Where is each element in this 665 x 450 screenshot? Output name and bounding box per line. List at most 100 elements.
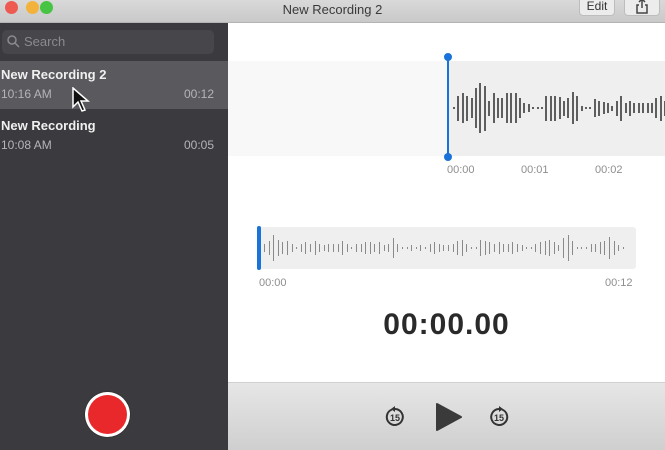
waveform-bar xyxy=(392,238,394,258)
waveform-bar xyxy=(388,243,390,253)
waveform-bar xyxy=(563,238,564,258)
waveform-bar xyxy=(558,245,560,251)
waveform-bar xyxy=(501,98,504,118)
overview-start-time: 00:00 xyxy=(259,277,287,289)
waveform-bar xyxy=(602,101,605,115)
waveform-bar xyxy=(360,243,362,253)
waveform-bar xyxy=(586,247,587,249)
waveform-bar xyxy=(291,243,293,253)
waveform-bar xyxy=(492,93,495,123)
waveform-bar xyxy=(429,243,431,253)
waveform-bar xyxy=(637,103,640,113)
waveform-bar xyxy=(287,241,288,255)
edit-button[interactable]: Edit xyxy=(579,0,615,16)
waveform-bar xyxy=(420,245,422,251)
waveform-bar xyxy=(488,100,491,116)
waveform-bar xyxy=(323,245,325,251)
waveform-bar xyxy=(595,243,597,253)
waveform-bar xyxy=(624,103,627,113)
play-icon xyxy=(436,403,462,431)
search-placeholder: Search xyxy=(24,34,66,49)
waveform-bar xyxy=(466,95,469,121)
skip-forward-button[interactable]: 15 xyxy=(488,406,510,433)
waveform-bar xyxy=(535,243,537,253)
skip-back-button[interactable]: 15 xyxy=(384,406,406,433)
waveform-bar xyxy=(268,241,270,255)
waveform-bar xyxy=(479,83,482,133)
waveform-bar xyxy=(282,242,284,254)
waveform-bar xyxy=(351,246,353,250)
waveform-bar xyxy=(466,243,468,253)
waveform-bar xyxy=(622,247,624,249)
waveform-bar xyxy=(374,243,376,253)
waveform-bar xyxy=(536,106,539,110)
waveform-bar xyxy=(379,242,380,254)
recording-time: 10:08 AM xyxy=(1,138,52,152)
recording-name: New Recording xyxy=(1,118,96,133)
waveform-bar xyxy=(319,243,321,253)
waveform-bar xyxy=(604,241,606,255)
overview-playhead[interactable] xyxy=(257,226,261,270)
waveform-bar xyxy=(554,95,557,121)
waveform-bar xyxy=(369,242,371,254)
skip-back-15-icon: 15 xyxy=(385,406,404,426)
waveform-bar xyxy=(457,95,460,121)
waveform-bar xyxy=(567,235,569,261)
recording-list-item[interactable]: New Recording 10:08 AM 00:05 xyxy=(0,112,228,160)
waveform-bar xyxy=(498,242,500,254)
waveform-bar xyxy=(415,246,417,250)
recording-duration: 00:05 xyxy=(183,138,214,152)
waveform-bar xyxy=(434,242,436,254)
waveform-bar xyxy=(505,93,508,123)
waveform-bar xyxy=(526,247,528,249)
record-button[interactable] xyxy=(85,392,130,437)
waveform-bar xyxy=(530,247,532,249)
waveform-bar xyxy=(598,100,601,116)
waveform-bar xyxy=(563,100,565,116)
waveform-bar xyxy=(620,95,623,121)
waveform-bar xyxy=(273,235,275,261)
waveform-bar xyxy=(590,243,592,253)
waveform-bar xyxy=(618,245,620,251)
playhead-bottom-handle[interactable] xyxy=(444,153,452,161)
waveform-bar xyxy=(571,91,574,125)
overview-end-time: 00:12 xyxy=(605,277,633,289)
recording-list-item[interactable]: New Recording 2 10:16 AM 00:12 xyxy=(0,61,228,109)
overview-waveform[interactable] xyxy=(258,227,636,269)
recording-name: New Recording 2 xyxy=(1,67,107,82)
playhead-top-handle[interactable] xyxy=(444,53,452,61)
waveform-bar xyxy=(452,243,454,253)
waveform-bar xyxy=(356,243,357,253)
svg-text:15: 15 xyxy=(494,413,504,423)
skip-forward-15-icon: 15 xyxy=(490,406,509,426)
waveform-bar xyxy=(305,242,307,254)
recording-duration: 00:12 xyxy=(183,87,214,101)
waveform-bar xyxy=(457,241,459,255)
waveform-bar xyxy=(300,243,302,253)
waveform-bar xyxy=(544,241,546,255)
waveform-bar xyxy=(471,247,472,249)
search-input[interactable]: Search xyxy=(2,30,214,54)
waveform-bar xyxy=(517,243,518,253)
waveform-bar xyxy=(572,241,574,255)
share-button[interactable] xyxy=(624,0,660,16)
playhead[interactable] xyxy=(447,56,449,157)
waveform-bar xyxy=(532,106,535,110)
waveform-bar xyxy=(585,106,587,110)
play-button[interactable] xyxy=(435,402,463,437)
svg-text:15: 15 xyxy=(390,413,400,423)
waveform-bar xyxy=(438,243,440,253)
waveform-bar xyxy=(655,98,658,118)
waveform-bar xyxy=(553,242,555,254)
record-icon xyxy=(88,395,127,434)
waveform-bar xyxy=(642,103,645,113)
waveform-bar xyxy=(296,246,298,250)
waveform-bar xyxy=(659,95,662,121)
waveform-bar xyxy=(411,245,413,251)
waveform-bar xyxy=(461,93,464,123)
waveform-bar xyxy=(541,106,543,110)
waveform-bar xyxy=(576,95,579,121)
waveform-bar xyxy=(558,96,561,120)
waveform-bar xyxy=(314,241,316,255)
waveform-bar xyxy=(402,247,403,249)
